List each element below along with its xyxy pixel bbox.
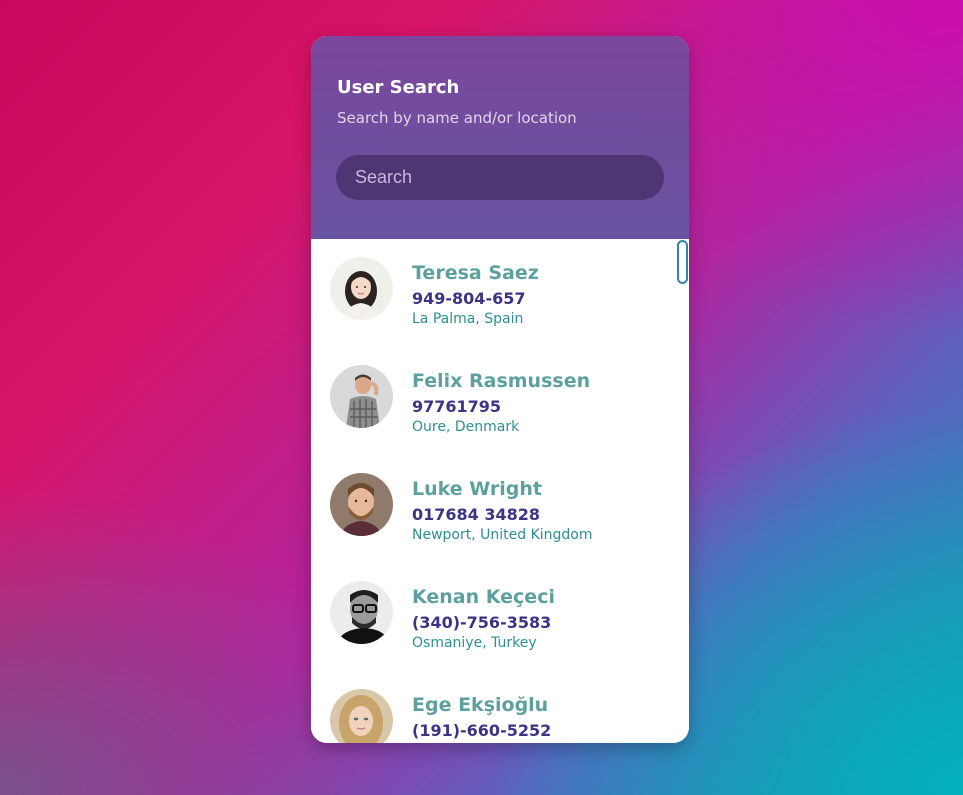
page-subtitle: Search by name and/or location — [337, 109, 577, 127]
user-name: Felix Rasmussen — [412, 370, 591, 392]
search-input[interactable] — [336, 155, 664, 200]
list-scrollbar[interactable] — [677, 240, 688, 284]
list-item[interactable]: Luke Wright 017684 34828 Newport, United… — [311, 455, 671, 563]
avatar — [330, 581, 393, 644]
user-name: Teresa Saez — [412, 262, 539, 284]
user-phone: (191)-660-5252 — [412, 721, 552, 740]
user-phone: 97761795 — [412, 397, 502, 416]
user-list[interactable]: Teresa Saez 949-804-657 La Palma, Spain … — [311, 239, 689, 743]
user-name: Luke Wright — [412, 478, 542, 500]
user-location: Oure, Denmark — [412, 419, 520, 435]
user-name: Ege Ekşioğlu — [412, 694, 549, 716]
avatar — [330, 473, 393, 536]
list-item[interactable]: Ege Ekşioğlu (191)-660-5252 — [311, 671, 671, 743]
user-phone: 017684 34828 — [412, 505, 541, 524]
page-title: User Search — [337, 77, 460, 98]
search-box — [336, 155, 664, 200]
user-phone: 949-804-657 — [412, 289, 526, 308]
avatar — [330, 365, 393, 428]
list-item[interactable]: Kenan Keçeci (340)-756-3583 Osmaniye, Tu… — [311, 563, 671, 671]
avatar — [330, 257, 393, 320]
user-location: Newport, United Kingdom — [412, 527, 593, 543]
list-item[interactable]: Teresa Saez 949-804-657 La Palma, Spain — [311, 239, 671, 347]
avatar — [330, 689, 393, 743]
user-location: La Palma, Spain — [412, 311, 524, 327]
card-header: User Search Search by name and/or locati… — [311, 36, 689, 239]
user-phone: (340)-756-3583 — [412, 613, 552, 632]
user-search-card: User Search Search by name and/or locati… — [311, 36, 689, 743]
list-item[interactable]: Felix Rasmussen 97761795 Oure, Denmark — [311, 347, 671, 455]
user-location: Osmaniye, Turkey — [412, 635, 537, 651]
user-name: Kenan Keçeci — [412, 586, 555, 608]
